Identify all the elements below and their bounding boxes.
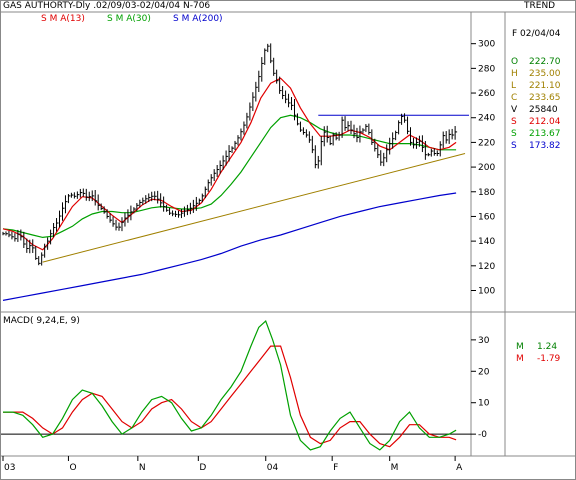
ohlc-key: V [511, 105, 518, 115]
chart-canvas: 100 120 140 160 180 200 220 240 260 280 300 30 20 10… [1, 11, 575, 473]
ohlc-value: 25840 [529, 105, 558, 115]
ohlc-key: L [511, 81, 517, 91]
ohlc-key: O [511, 57, 519, 67]
macd-title: MACD( 9,24,E, 9) [3, 316, 80, 326]
ohlc-value: 213.67 [529, 129, 561, 139]
price-ytick-label: 260 [478, 89, 495, 99]
ohlc-value: 173.82 [529, 141, 561, 151]
x-tick-label: D [199, 463, 206, 473]
ohlc-key: S [511, 117, 517, 127]
macd-ytick-label: 10 [478, 399, 490, 409]
price-ytick-label: 300 [478, 40, 495, 50]
macd-line [3, 319, 457, 451]
ohlc-date: F 02/04/04 [512, 29, 561, 39]
sma30-line [2, 114, 457, 239]
macd-value: -1.79 [537, 354, 561, 364]
price-ytick-label: 140 [478, 237, 495, 247]
ohlc-value: 235.00 [529, 69, 561, 79]
ohlc-value: 221.10 [529, 81, 561, 91]
ohlc-key: S [511, 129, 517, 139]
ohlc-value: 233.65 [529, 93, 561, 103]
x-tick-label: 04 [267, 463, 279, 473]
x-tick-label: F [333, 463, 338, 473]
x-tick-label: 03 [4, 463, 15, 473]
legend-sma30: S M A(30) [107, 14, 151, 24]
ohlc-key: S [511, 141, 517, 151]
price-ytick-label: 160 [478, 212, 495, 222]
price-ytick-label: 220 [478, 138, 495, 148]
price-ytick-label: 200 [478, 163, 495, 173]
macd-ytick-label: 30 [478, 336, 490, 346]
legend-sma13: S M A(13) [41, 14, 85, 24]
chart-frame: 100 120 140 160 180 200 220 240 260 280 300 30 20 10… [0, 0, 576, 480]
ohlc-value: 222.70 [529, 57, 561, 67]
macd-value-key: M [516, 342, 524, 352]
sma13-line [2, 77, 457, 251]
ohlc-key: C [511, 93, 518, 103]
price-ytick-label: 180 [478, 188, 495, 198]
price-ytick-label: 240 [478, 114, 495, 124]
macd-value: 1.24 [537, 342, 558, 352]
price-ytick-label: 100 [478, 286, 495, 296]
price-panel: 100 120 140 160 180 200 220 240 260 280 300 [2, 40, 495, 301]
price-ytick-label: 280 [478, 64, 495, 74]
legend-sma200: S M A(200) [173, 14, 223, 24]
ohlc-value: 212.04 [529, 117, 561, 127]
macd-panel: 30 20 10 -0 [1, 319, 490, 451]
x-tick-label: A [456, 463, 463, 473]
macd-value-key: M [516, 354, 524, 364]
x-tick-label: O [69, 463, 76, 473]
trend-label: TREND [524, 1, 556, 11]
chart-title: GAS AUTHORTY-Dly .02/09/03-02/04/04 N-70… [3, 1, 211, 11]
macd-ytick-label: -0 [478, 430, 487, 440]
price-ytick-label: 120 [478, 262, 495, 272]
ohlc-key: H [511, 69, 518, 79]
macd-signal-line [3, 345, 457, 448]
x-tick-label: N [139, 463, 146, 473]
support-trendline [42, 153, 466, 263]
x-axis: 03 O N D 04 F M A [2, 456, 463, 473]
x-tick-label: M [391, 463, 399, 473]
macd-ytick-label: 20 [478, 367, 490, 377]
